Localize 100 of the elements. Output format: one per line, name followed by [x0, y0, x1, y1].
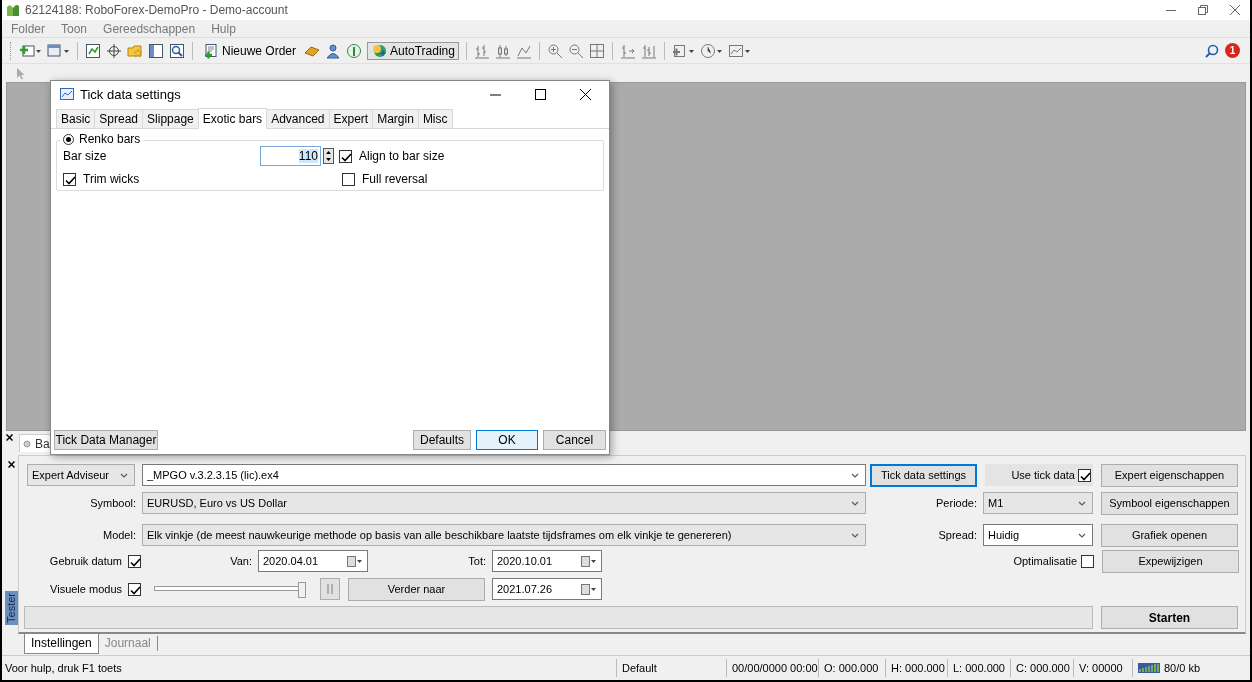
- ok-button[interactable]: OK: [476, 430, 538, 450]
- status-text: Voor hulp, druk F1 toets: [4, 662, 123, 674]
- defaults-button[interactable]: Defaults: [413, 430, 471, 450]
- zoom-out-icon[interactable]: [567, 42, 584, 59]
- scroll-chart-icon[interactable]: [619, 42, 636, 59]
- folder-star-icon[interactable]: [127, 42, 143, 59]
- checkbox[interactable]: [1078, 468, 1091, 482]
- date-field[interactable]: 2020.10.01: [492, 550, 602, 572]
- dialog-title: Tick data settings: [80, 86, 181, 102]
- tab[interactable]: Instellingen: [24, 634, 99, 654]
- checkbox[interactable]: [342, 172, 355, 186]
- tick-data-settings-button[interactable]: Tick data settings: [870, 463, 977, 487]
- field-label: Van:: [229, 555, 253, 567]
- dropdown[interactable]: _MPGO v.3.2.3.15 (lic).ex4: [142, 464, 866, 486]
- button[interactable]: Verder naar: [348, 577, 485, 601]
- caret-icon: [120, 472, 128, 478]
- tab[interactable]: Expert: [328, 109, 374, 128]
- order-icon: [203, 42, 219, 59]
- status-text: O: 000.000: [824, 662, 879, 674]
- field-label: Model:: [101, 529, 137, 541]
- window-icon[interactable]: [47, 42, 70, 59]
- autotrading-button[interactable]: AutoTrading: [367, 41, 459, 60]
- circle-icon: [23, 439, 31, 448]
- checkbox[interactable]: [128, 554, 141, 568]
- magnifier-icon[interactable]: [169, 42, 185, 59]
- checkbox-label: Optimalisatie: [1013, 555, 1077, 567]
- status-text: C: 000.000: [1016, 662, 1070, 674]
- new-order-button[interactable]: Nieuwe Order: [200, 41, 300, 60]
- status-text: H: 000.000: [891, 662, 945, 674]
- dropdown[interactable]: Elk vinkje (de meest nauwkeurige methode op basis van alle beschikbare laatste tijdsframes om elk vinkje te genereren): [142, 524, 866, 546]
- dropdown[interactable]: M1: [983, 492, 1093, 514]
- tab[interactable]: Margin: [372, 109, 419, 128]
- field-label: Visuele modus: [49, 583, 123, 595]
- tick-data-manager-button[interactable]: Tick Data Manager: [54, 430, 158, 450]
- menu-item[interactable]: Hulp: [202, 21, 243, 36]
- calendar-icon[interactable]: [347, 555, 363, 567]
- status-text: L: 000.000: [953, 662, 1005, 674]
- button[interactable]: Expewijzigen: [1102, 549, 1239, 573]
- date-field[interactable]: 2020.04.01: [258, 550, 368, 572]
- input-field[interactable]: 110: [260, 146, 321, 166]
- menu-item[interactable]: Toon: [52, 21, 95, 36]
- connection-bars-icon: [1138, 663, 1160, 673]
- zoom-in-icon[interactable]: [546, 42, 563, 59]
- caret-icon: [851, 472, 859, 478]
- calendar-icon[interactable]: [581, 555, 597, 567]
- pause-icon: [326, 584, 334, 594]
- cancel-button[interactable]: Cancel: [543, 430, 606, 450]
- maximize-icon[interactable]: [535, 88, 546, 100]
- chart-window-icon[interactable]: [85, 42, 101, 59]
- panel-tab[interactable]: Tester: [4, 591, 18, 625]
- dropdown[interactable]: Expert Adviseur: [27, 464, 135, 486]
- button[interactable]: Symbool eigenschappen: [1101, 491, 1238, 515]
- indicator-icon[interactable]: [671, 42, 695, 59]
- checkbox[interactable]: [339, 149, 352, 163]
- close-icon[interactable]: [7, 461, 15, 468]
- candlestick-icon[interactable]: [494, 42, 511, 59]
- clock-icon[interactable]: [699, 42, 723, 59]
- crosshair-icon[interactable]: [106, 42, 122, 59]
- field-label: Symbool:: [89, 497, 137, 509]
- restore-icon[interactable]: [1198, 5, 1208, 15]
- tab[interactable]: Slippage: [142, 109, 199, 128]
- checkbox[interactable]: [1081, 554, 1094, 568]
- date-field[interactable]: 2021.07.26: [492, 578, 602, 600]
- status-text: V: 00000: [1079, 662, 1123, 674]
- menu-item[interactable]: Folder: [2, 21, 52, 36]
- search-icon[interactable]: [1205, 43, 1219, 58]
- field-label: Bar size: [63, 149, 108, 163]
- dropdown[interactable]: Huidig: [983, 524, 1093, 546]
- menu-item[interactable]: Gereedschappen: [94, 21, 203, 36]
- grid-icon[interactable]: [588, 42, 605, 59]
- template-icon[interactable]: [727, 42, 751, 59]
- button[interactable]: Grafiek openen: [1101, 523, 1238, 547]
- calendar-icon[interactable]: [581, 583, 597, 595]
- field-label: Tot:: [467, 555, 487, 567]
- bar-chart-icon[interactable]: [473, 42, 490, 59]
- speed-slider[interactable]: [154, 582, 306, 596]
- tab[interactable]: Exotic bars: [197, 108, 268, 129]
- field-label: Gebruik datum: [48, 555, 123, 567]
- tab[interactable]: Advanced: [266, 109, 330, 128]
- start-button[interactable]: Starten: [1101, 606, 1238, 629]
- panel-icon[interactable]: [148, 42, 164, 59]
- spinner-icon[interactable]: [323, 148, 334, 164]
- checkbox-label: Align to bar size: [359, 149, 445, 163]
- close-icon[interactable]: [6, 434, 13, 441]
- window-title: 62124188: RoboForex-DemoPro - Demo-account: [25, 3, 288, 17]
- tab[interactable]: Misc: [417, 109, 453, 128]
- button[interactable]: Expert eigenschappen: [1101, 463, 1238, 487]
- checkbox[interactable]: [63, 172, 76, 186]
- notification-badge[interactable]: 1: [1225, 43, 1240, 58]
- tab[interactable]: Basic: [56, 109, 96, 128]
- tab[interactable]: Spread: [94, 109, 144, 128]
- new-chart-icon[interactable]: [19, 42, 42, 59]
- person-icon[interactable]: [325, 42, 342, 59]
- slider-thumb[interactable]: [298, 582, 306, 598]
- checkbox[interactable]: [128, 582, 141, 596]
- caret-icon: [1078, 532, 1086, 538]
- checkbox-label: Full reversal: [362, 172, 428, 186]
- close-icon[interactable]: [580, 88, 591, 100]
- status-text: 00/00/0000 00:00: [732, 662, 818, 674]
- dropdown[interactable]: EURUSD, Euro vs US Dollar: [142, 492, 866, 514]
